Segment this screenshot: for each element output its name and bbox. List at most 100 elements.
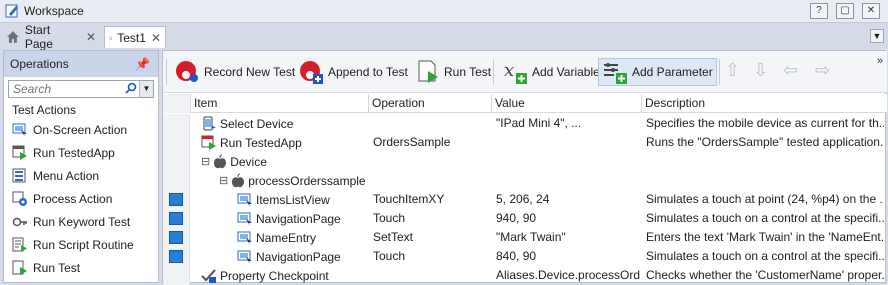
table-row[interactable]: Property Checkpoint Aliases.Device.proces… bbox=[163, 266, 887, 285]
apple-icon bbox=[213, 154, 227, 170]
tab-start-page[interactable]: Start Page ✕ bbox=[2, 23, 100, 51]
table-row[interactable]: Select Device "IPad Mini 4", ... Specifies… bbox=[163, 114, 887, 133]
cell-description[interactable]: Simulates a touch on a control at the sp… bbox=[646, 247, 884, 266]
operation-run-testedapp[interactable]: Run TestedApp bbox=[4, 141, 158, 164]
run-test-button[interactable]: Run Test bbox=[413, 58, 494, 86]
column-header-description[interactable]: Description bbox=[641, 94, 887, 113]
table-row[interactable]: ⊟ Device bbox=[163, 152, 887, 171]
close-button[interactable]: ✕ bbox=[862, 3, 880, 19]
cell-item[interactable]: Select Device bbox=[201, 114, 368, 133]
item-label: processOrderssample bbox=[248, 173, 366, 188]
cell-operation[interactable] bbox=[373, 152, 491, 171]
cell-item[interactable]: Property Checkpoint bbox=[201, 266, 368, 285]
close-icon[interactable]: ✕ bbox=[151, 31, 161, 45]
move-left-icon[interactable]: ⇦ bbox=[783, 60, 798, 81]
cell-value[interactable] bbox=[496, 133, 641, 152]
table-row[interactable]: Run TestedApp OrdersSample Runs the "Order… bbox=[163, 133, 887, 152]
operation-process-action[interactable]: Process Action bbox=[4, 187, 158, 210]
operation-run-keyword-test[interactable]: Run Keyword Test bbox=[4, 210, 158, 233]
cell-value[interactable]: 840, 90 bbox=[496, 247, 641, 266]
column-header-value[interactable]: Value bbox=[491, 94, 641, 113]
cell-value[interactable] bbox=[496, 152, 641, 171]
table-row[interactable]: ⊟ processOrderssample bbox=[163, 171, 887, 190]
screenshot-thumbnail-icon[interactable] bbox=[169, 231, 183, 244]
search-dropdown-button[interactable]: ▼ bbox=[139, 81, 153, 97]
tab-label: Start Page bbox=[24, 23, 53, 51]
table-row[interactable]: ItemsListView TouchItemXY 5, 206, 24 Simula… bbox=[163, 190, 887, 209]
pin-icon[interactable]: 📌 bbox=[135, 57, 150, 71]
editor-toolbar: Record New Test Append to Test Run Test … bbox=[163, 51, 887, 93]
cell-item[interactable]: NavigationPage bbox=[237, 247, 368, 266]
cell-item[interactable]: NameEntry bbox=[237, 228, 368, 247]
cell-item[interactable]: NavigationPage bbox=[237, 209, 368, 228]
item-label: Device bbox=[230, 154, 267, 169]
maximize-button[interactable]: ▢ bbox=[836, 3, 854, 19]
table-row[interactable]: NavigationPage Touch 940, 90 Simulates a to… bbox=[163, 209, 887, 228]
cell-value[interactable]: Aliases.Device.processOrd... bbox=[496, 266, 641, 285]
cell-operation[interactable]: Touch bbox=[373, 247, 491, 266]
toolbar-overflow-button[interactable]: » bbox=[877, 55, 883, 67]
toolbar-label: Record New Test bbox=[204, 65, 296, 79]
cell-value[interactable]: "IPad Mini 4", ... bbox=[496, 114, 641, 133]
add-parameter-button[interactable]: Add Parameter bbox=[598, 58, 717, 86]
table-row[interactable]: NameEntry SetText "Mark Twain" Enters the t… bbox=[163, 228, 887, 247]
cell-item[interactable]: ⊟ Device bbox=[201, 152, 368, 171]
close-icon[interactable]: ✕ bbox=[86, 30, 96, 44]
cell-value[interactable] bbox=[496, 171, 641, 190]
cell-value[interactable]: 5, 206, 24 bbox=[496, 190, 641, 209]
screenshot-thumbnail-icon[interactable] bbox=[169, 193, 183, 206]
cell-description[interactable]: Runs the "OrdersSample" tested applicati… bbox=[646, 133, 884, 152]
search-input[interactable] bbox=[9, 81, 127, 97]
column-header-item[interactable]: Item bbox=[190, 94, 368, 113]
cell-description[interactable]: Specifies the mobile device as current f… bbox=[646, 114, 884, 133]
tab-test1[interactable]: Test1 ✕ bbox=[104, 26, 166, 48]
onscreen-action-icon bbox=[237, 249, 253, 265]
cell-description[interactable]: Simulates a touch on a control at the sp… bbox=[646, 209, 884, 228]
cell-item[interactable]: ⊟ processOrderssample bbox=[219, 171, 368, 190]
collapse-icon[interactable]: ⊟ bbox=[201, 153, 210, 171]
cell-operation[interactable]: TouchItemXY bbox=[373, 190, 491, 209]
cell-description[interactable]: Enters the text 'Mark Twain' in the 'Nam… bbox=[646, 228, 884, 247]
collapse-icon[interactable]: ⊟ bbox=[219, 172, 228, 190]
home-icon bbox=[6, 31, 19, 43]
apple-icon bbox=[231, 173, 245, 189]
cell-item[interactable]: Run TestedApp bbox=[201, 133, 368, 152]
cell-description[interactable] bbox=[646, 152, 884, 171]
screenshot-thumbnail-icon[interactable] bbox=[169, 212, 183, 225]
cell-description[interactable]: Simulates a touch at point (24, %p4) on … bbox=[646, 190, 884, 209]
cell-operation[interactable]: Touch bbox=[373, 209, 491, 228]
move-right-icon[interactable]: ⇨ bbox=[815, 60, 830, 81]
cell-description[interactable]: Checks whether the 'CustomerName' proper… bbox=[646, 266, 884, 285]
record-new-test-button[interactable]: Record New Test bbox=[171, 58, 298, 86]
cell-operation[interactable] bbox=[373, 114, 491, 133]
cell-value[interactable]: "Mark Twain" bbox=[496, 228, 641, 247]
tabs-dropdown-button[interactable]: ▼ bbox=[870, 29, 884, 43]
toolbar-separator bbox=[493, 59, 494, 85]
row-gutter bbox=[163, 266, 190, 285]
cell-description[interactable] bbox=[646, 171, 884, 190]
operation-run-script-routine[interactable]: Run Script Routine bbox=[4, 233, 158, 256]
item-label: NameEntry bbox=[256, 230, 317, 245]
cell-operation[interactable] bbox=[373, 266, 491, 285]
table-row[interactable]: NavigationPage Touch 840, 90 Simulates a to… bbox=[163, 247, 887, 266]
menu-action-icon bbox=[12, 168, 26, 182]
search-icon[interactable] bbox=[125, 82, 137, 97]
cell-operation[interactable] bbox=[373, 171, 491, 190]
record-icon bbox=[176, 61, 198, 82]
move-down-icon[interactable]: ⇩ bbox=[753, 60, 768, 81]
cell-operation[interactable]: SetText bbox=[373, 228, 491, 247]
append-to-test-button[interactable]: Append to Test bbox=[295, 58, 411, 86]
run-testedapp-icon bbox=[12, 145, 27, 160]
cell-operation[interactable]: OrdersSample bbox=[373, 133, 491, 152]
operation-label: Run Script Routine bbox=[33, 237, 134, 252]
cell-value[interactable]: 940, 90 bbox=[496, 209, 641, 228]
help-button[interactable]: ? bbox=[810, 3, 828, 19]
operation-onscreen-action[interactable]: On-Screen Action bbox=[4, 118, 158, 141]
operation-menu-action[interactable]: Menu Action bbox=[4, 164, 158, 187]
screenshot-thumbnail-icon[interactable] bbox=[169, 250, 183, 263]
add-variable-button[interactable]: x Add Variable bbox=[499, 58, 603, 86]
cell-item[interactable]: ItemsListView bbox=[237, 190, 368, 209]
move-up-icon[interactable]: ⇧ bbox=[725, 60, 740, 81]
column-header-operation[interactable]: Operation bbox=[368, 94, 491, 113]
operation-run-test[interactable]: Run Test bbox=[4, 256, 158, 279]
